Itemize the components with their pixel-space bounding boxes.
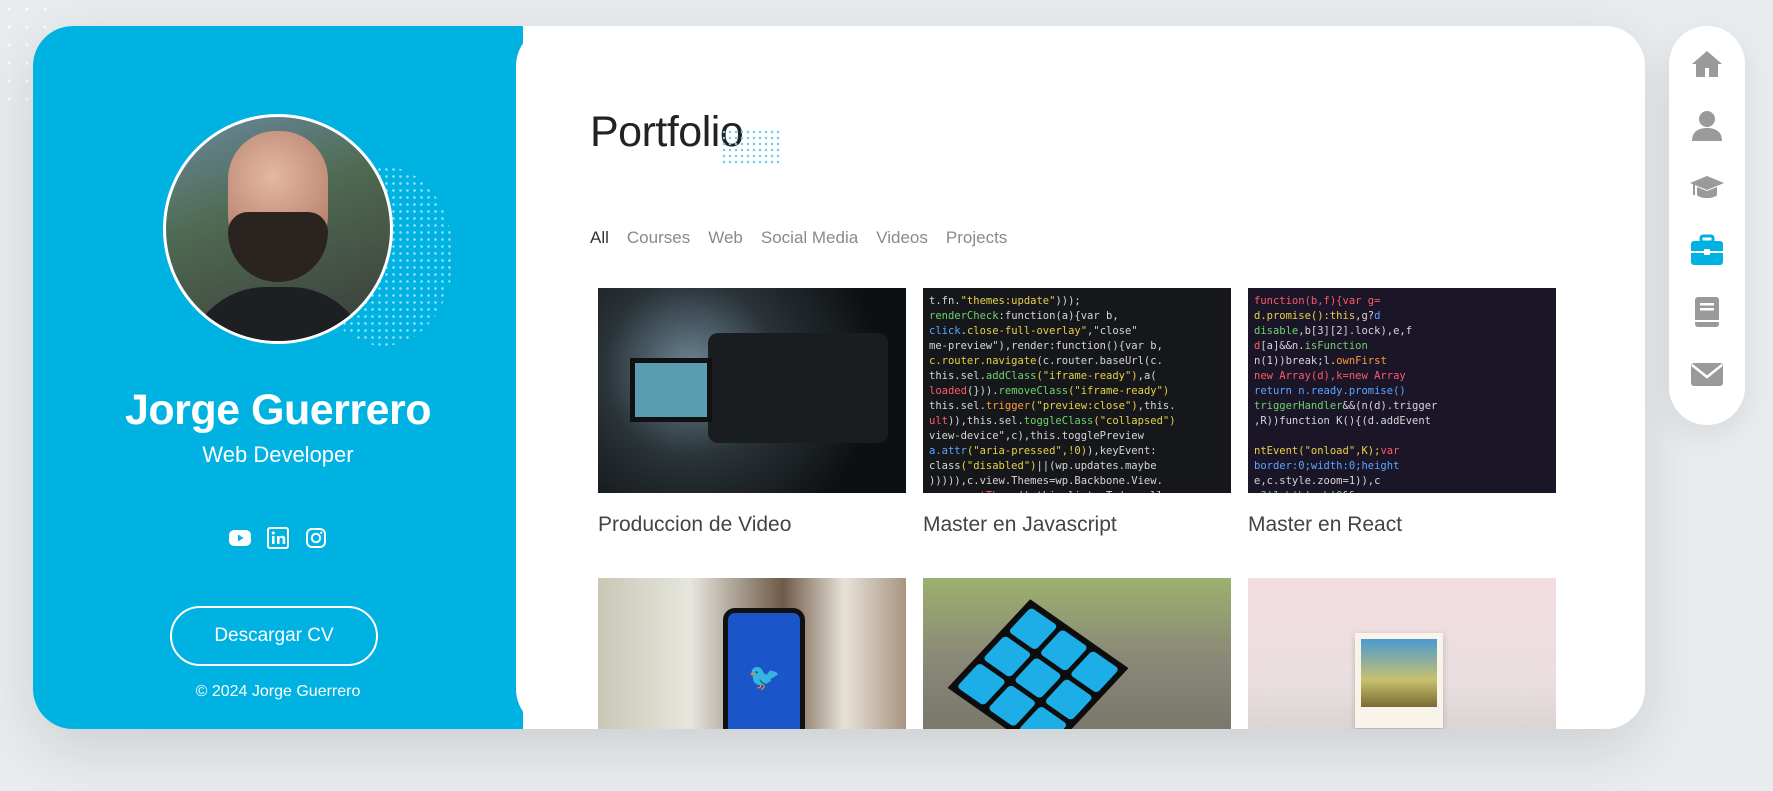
filter-social-media[interactable]: Social Media (761, 228, 858, 248)
portfolio-filters: All Courses Web Social Media Videos Proj… (590, 228, 1007, 248)
react-code-thumbnail[interactable]: function(b,f){var g= d.promise():this,g?… (1248, 288, 1556, 493)
home-icon (1692, 51, 1722, 77)
filter-web[interactable]: Web (708, 228, 743, 248)
portfolio-item[interactable]: Produccion de Video (598, 288, 906, 537)
nav-blog[interactable] (1689, 294, 1725, 330)
youtube-icon[interactable] (228, 526, 252, 550)
user-icon (1692, 111, 1722, 141)
profile-role: Web Developer (202, 442, 354, 467)
portfolio-item-title[interactable]: Master en Javascript (923, 513, 1231, 537)
portfolio-item[interactable]: function(b,f){var g= d.promise():this,g?… (1248, 288, 1556, 537)
twitter-phone-thumbnail[interactable]: 🐦 (598, 578, 906, 729)
profile-name: Jorge Guerrero (124, 386, 432, 434)
portfolio-item[interactable]: t.fn."themes:update"))); renderCheck:fun… (923, 288, 1231, 537)
nav-home[interactable] (1689, 46, 1725, 82)
portfolio-item-title[interactable]: Produccion de Video (598, 513, 906, 537)
profile-panel: Jorge Guerrero Web Developer Descargar C… (33, 26, 523, 729)
javascript-code-thumbnail[interactable]: t.fn."themes:update"))); renderCheck:fun… (923, 288, 1231, 493)
briefcase-icon (1691, 234, 1723, 265)
portfolio-section: Portfolio All Courses Web Social Media V… (516, 26, 1645, 729)
filter-projects[interactable]: Projects (946, 228, 1007, 248)
copyright: © 2024 Jorge Guerrero (195, 683, 361, 700)
polaroid-photo-thumbnail[interactable] (1248, 578, 1556, 729)
main-card: Jorge Guerrero Web Developer Descargar C… (33, 26, 1645, 729)
video-camera-thumbnail[interactable] (598, 288, 906, 493)
download-cv-button[interactable]: Descargar CV (170, 606, 378, 666)
filter-videos[interactable]: Videos (876, 228, 928, 248)
nav-about[interactable] (1689, 108, 1725, 144)
social-links (33, 526, 523, 550)
side-navigation (1669, 26, 1745, 425)
portfolio-item[interactable]: 🐦 (598, 578, 906, 729)
portfolio-item[interactable] (923, 578, 1231, 729)
rubiks-cube-thumbnail[interactable] (923, 578, 1231, 729)
filter-courses[interactable]: Courses (627, 228, 690, 248)
title-dots-decoration (721, 129, 781, 164)
portfolio-item-title[interactable]: Master en React (1248, 513, 1556, 537)
avatar (163, 114, 393, 344)
nav-portfolio[interactable] (1689, 232, 1725, 268)
filter-all[interactable]: All (590, 228, 609, 248)
graduation-cap-icon (1690, 176, 1724, 198)
nav-education[interactable] (1689, 170, 1725, 206)
nav-contact[interactable] (1689, 356, 1725, 392)
linkedin-icon[interactable] (266, 526, 290, 550)
book-icon (1695, 297, 1719, 327)
instagram-icon[interactable] (304, 526, 328, 550)
portfolio-item[interactable] (1248, 578, 1556, 729)
envelope-icon (1691, 363, 1723, 386)
twitter-bird-icon: 🐦 (748, 663, 781, 693)
